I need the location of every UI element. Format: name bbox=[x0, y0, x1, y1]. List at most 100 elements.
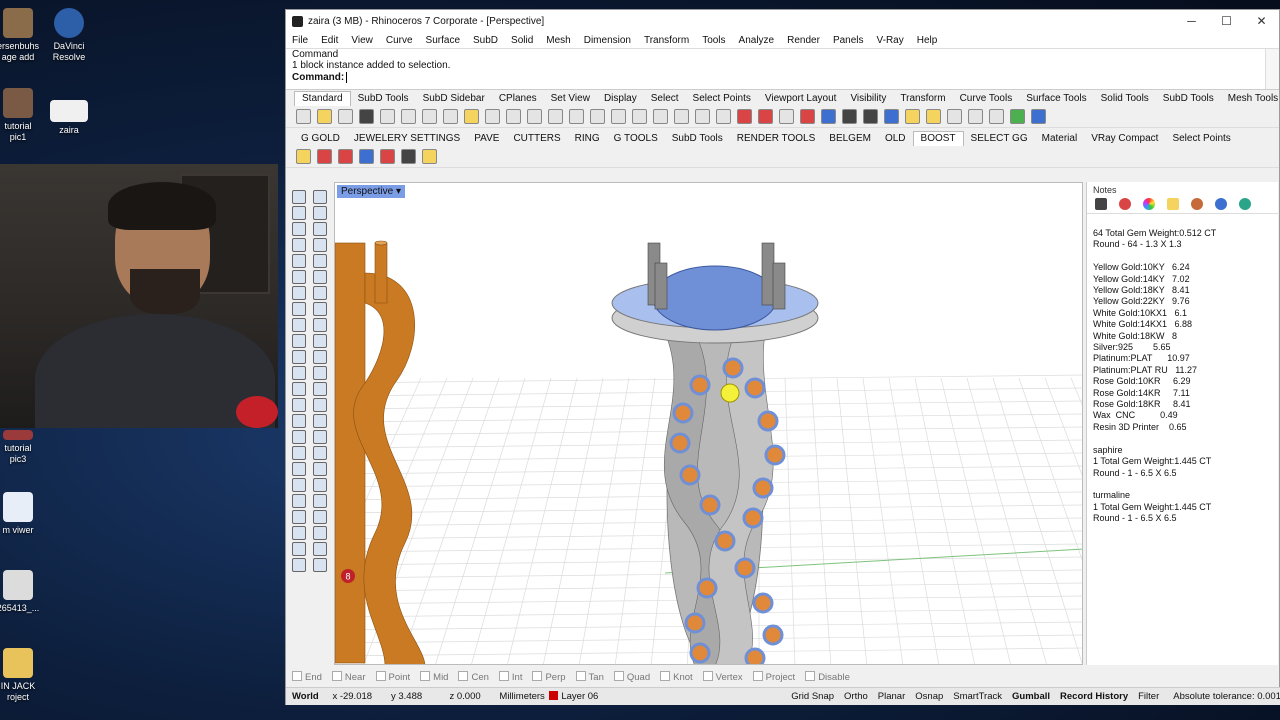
sidebar-tool-icon[interactable] bbox=[292, 430, 306, 444]
tab-g-tools[interactable]: G TOOLS bbox=[607, 132, 665, 146]
toolbar-tool-icon[interactable] bbox=[863, 109, 878, 124]
tab-jewelery-settings[interactable]: JEWELERY SETTINGS bbox=[347, 132, 467, 146]
sidebar-tool-icon[interactable] bbox=[313, 446, 327, 460]
tab-subd-tools[interactable]: SubD Tools bbox=[1156, 92, 1221, 106]
menu-curve[interactable]: Curve bbox=[386, 35, 413, 46]
toolbar-tool-icon[interactable] bbox=[737, 109, 752, 124]
toolbar-tool-icon[interactable] bbox=[905, 109, 920, 124]
sidebar-tool-icon[interactable] bbox=[292, 286, 306, 300]
tab-g-gold[interactable]: G GOLD bbox=[294, 132, 347, 146]
toolbar-tool-icon[interactable] bbox=[947, 109, 962, 124]
tab-viewport-layout[interactable]: Viewport Layout bbox=[758, 92, 844, 106]
osnap-project[interactable]: Project bbox=[753, 671, 796, 683]
sidebar-tool-icon[interactable] bbox=[313, 222, 327, 236]
viewport-title[interactable]: Perspective ▾ bbox=[337, 185, 406, 198]
command-scrollbar[interactable] bbox=[1265, 49, 1279, 89]
toolbar-tool-icon[interactable] bbox=[527, 109, 542, 124]
toolbar-tool-icon[interactable] bbox=[926, 109, 941, 124]
osnap-tan[interactable]: Tan bbox=[576, 671, 604, 683]
maximize-button[interactable]: ☐ bbox=[1209, 14, 1244, 28]
toggle-ortho[interactable]: Ortho bbox=[844, 691, 868, 702]
desktop-icon[interactable]: m viwer bbox=[0, 492, 58, 536]
toolbar-tool-icon[interactable] bbox=[380, 109, 395, 124]
tab-render-tools[interactable]: RENDER TOOLS bbox=[730, 132, 823, 146]
sidebar-tool-icon[interactable] bbox=[292, 190, 306, 204]
tab-select-points[interactable]: Select Points bbox=[1165, 132, 1237, 146]
osnap-vertex[interactable]: Vertex bbox=[703, 671, 743, 683]
desktop-icon[interactable]: zaira bbox=[29, 100, 109, 136]
toolbar-tool-icon[interactable] bbox=[758, 109, 773, 124]
tab-vray-compact[interactable]: VRay Compact bbox=[1084, 132, 1165, 146]
toolbar-tool-icon[interactable] bbox=[317, 109, 332, 124]
tab-subd-sidebar[interactable]: SubD Sidebar bbox=[416, 92, 492, 106]
toolbar-tool-icon[interactable] bbox=[611, 109, 626, 124]
boost-tool-icon[interactable] bbox=[317, 149, 332, 164]
sidebar-tool-icon[interactable] bbox=[292, 222, 306, 236]
sidebar-tool-icon[interactable] bbox=[292, 462, 306, 476]
toolbar-tool-icon[interactable] bbox=[422, 109, 437, 124]
sidebar-tool-icon[interactable] bbox=[292, 510, 306, 524]
sidebar-tool-icon[interactable] bbox=[292, 318, 306, 332]
tab-subd-tools[interactable]: SubD Tools bbox=[351, 92, 416, 106]
tab-visibility[interactable]: Visibility bbox=[843, 92, 893, 106]
tab-curve-tools[interactable]: Curve Tools bbox=[953, 92, 1020, 106]
sidebar-tool-icon[interactable] bbox=[292, 494, 306, 508]
tab-select[interactable]: Select bbox=[644, 92, 686, 106]
perspective-viewport[interactable]: Perspective ▾ 8 bbox=[334, 182, 1083, 665]
sidebar-tool-icon[interactable] bbox=[313, 302, 327, 316]
notes-text[interactable]: 64 Total Gem Weight:0.512 CT Round - 64 -… bbox=[1087, 214, 1278, 525]
sidebar-tool-icon[interactable] bbox=[313, 382, 327, 396]
environment-icon[interactable] bbox=[1239, 198, 1251, 210]
desktop-icon[interactable]: tutorial pic3 bbox=[0, 430, 58, 465]
sidebar-tool-icon[interactable] bbox=[313, 238, 327, 252]
sidebar-tool-icon[interactable] bbox=[292, 542, 306, 556]
osnap-cen[interactable]: Cen bbox=[458, 671, 488, 683]
tab-boost[interactable]: BOOST bbox=[912, 131, 964, 146]
osnap-end[interactable]: End bbox=[292, 671, 322, 683]
color-wheel-icon[interactable] bbox=[1143, 198, 1155, 210]
toolbar-tool-icon[interactable] bbox=[800, 109, 815, 124]
toolbar-tool-icon[interactable] bbox=[443, 109, 458, 124]
layer-indicator[interactable]: Layer 06 bbox=[549, 691, 661, 702]
desktop-icon[interactable]: DaVinci Resolve bbox=[29, 8, 109, 63]
menu-v-ray[interactable]: V-Ray bbox=[877, 35, 904, 46]
tab-select-gg[interactable]: SELECT GG bbox=[964, 132, 1035, 146]
sidebar-tool-icon[interactable] bbox=[313, 430, 327, 444]
toolbar-tool-icon[interactable] bbox=[569, 109, 584, 124]
boost-tool-icon[interactable] bbox=[422, 149, 437, 164]
osnap-quad[interactable]: Quad bbox=[614, 671, 650, 683]
sidebar-tool-icon[interactable] bbox=[313, 334, 327, 348]
sidebar-tool-icon[interactable] bbox=[313, 478, 327, 492]
sidebar-tool-icon[interactable] bbox=[292, 254, 306, 268]
osnap-int[interactable]: Int bbox=[499, 671, 523, 683]
material-icon[interactable] bbox=[1119, 198, 1131, 210]
toolbar-tool-icon[interactable] bbox=[296, 109, 311, 124]
sidebar-tool-icon[interactable] bbox=[292, 350, 306, 364]
sidebar-tool-icon[interactable] bbox=[292, 238, 306, 252]
title-bar[interactable]: zaira (3 MB) - Rhinoceros 7 Corporate - … bbox=[286, 10, 1279, 32]
toggle-smarttrack[interactable]: SmartTrack bbox=[953, 691, 1002, 702]
boost-tool-icon[interactable] bbox=[380, 149, 395, 164]
menu-panels[interactable]: Panels bbox=[833, 35, 864, 46]
boost-tool-icon[interactable] bbox=[338, 149, 353, 164]
tab-display[interactable]: Display bbox=[597, 92, 644, 106]
sidebar-tool-icon[interactable] bbox=[313, 510, 327, 524]
toolbar-tool-icon[interactable] bbox=[359, 109, 374, 124]
sidebar-tool-icon[interactable] bbox=[313, 206, 327, 220]
toolbar-tool-icon[interactable] bbox=[674, 109, 689, 124]
sidebar-tool-icon[interactable] bbox=[313, 398, 327, 412]
toolbar-tool-icon[interactable] bbox=[632, 109, 647, 124]
osnap-knot[interactable]: Knot bbox=[660, 671, 693, 683]
desktop-icon[interactable]: 265413_... bbox=[0, 570, 58, 614]
toolbar-tool-icon[interactable] bbox=[695, 109, 710, 124]
sidebar-tool-icon[interactable] bbox=[313, 494, 327, 508]
tab-pave[interactable]: PAVE bbox=[467, 132, 506, 146]
boost-tool-icon[interactable] bbox=[401, 149, 416, 164]
sidebar-tool-icon[interactable] bbox=[292, 382, 306, 396]
sidebar-tool-icon[interactable] bbox=[313, 190, 327, 204]
sidebar-tool-icon[interactable] bbox=[313, 318, 327, 332]
osnap-near[interactable]: Near bbox=[332, 671, 366, 683]
sidebar-tool-icon[interactable] bbox=[292, 270, 306, 284]
tab-subd-tools[interactable]: SubD Tools bbox=[665, 132, 730, 146]
menu-transform[interactable]: Transform bbox=[644, 35, 689, 46]
